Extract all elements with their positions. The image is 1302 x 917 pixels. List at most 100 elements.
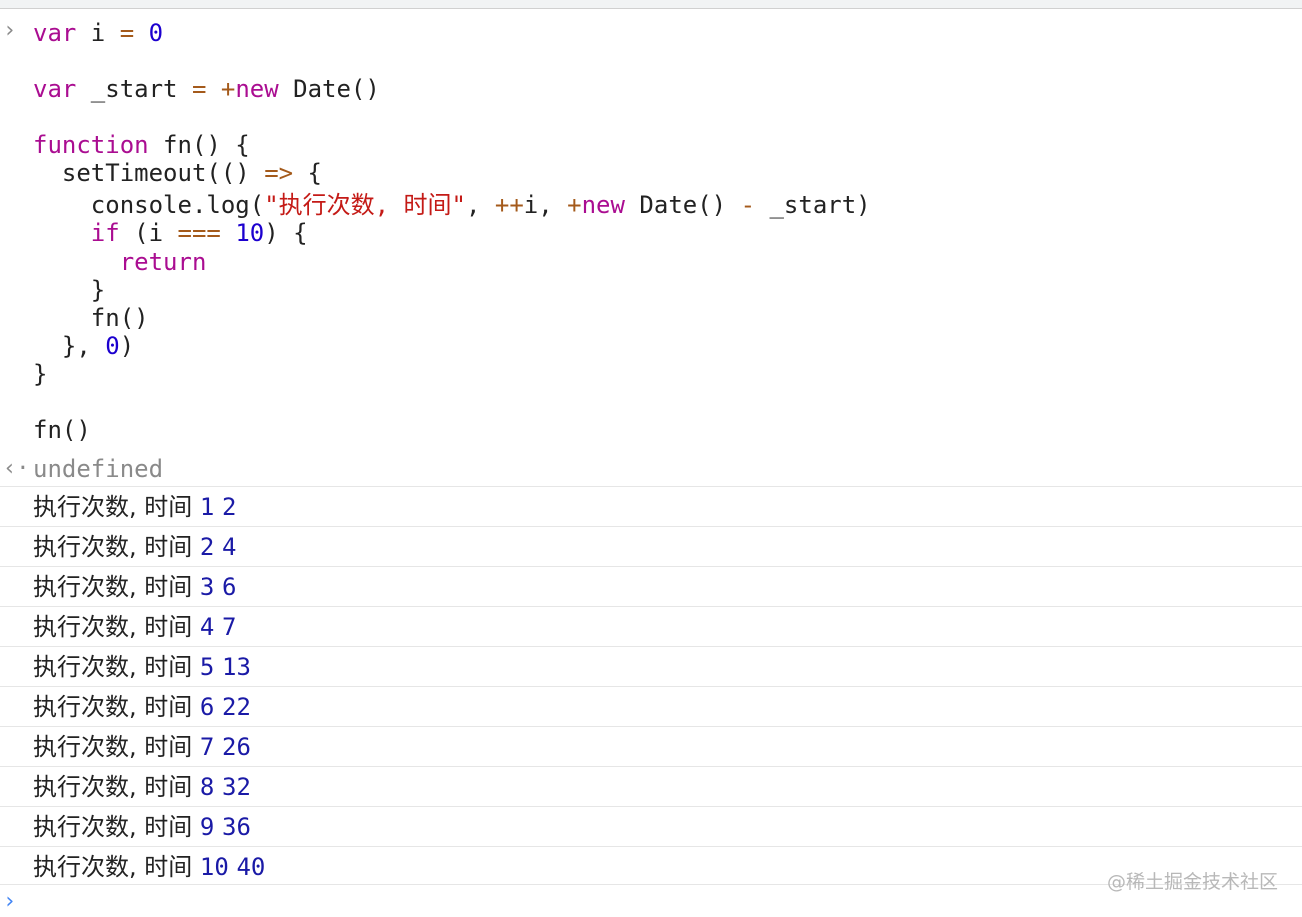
log-message: 执行次数, 时间 4 7 (33, 612, 236, 642)
code-line: }, 0) (33, 331, 134, 361)
log-count: 3 (199, 573, 215, 601)
code-line: fn() (33, 303, 149, 333)
log-label: 执行次数, 时间 (33, 813, 193, 841)
watermark: @稀土掘金技术社区 (1106, 871, 1278, 893)
code-token: var (33, 75, 77, 103)
log-time: 2 (222, 493, 237, 521)
code-token: if (90, 219, 120, 247)
log-count: 2 (199, 533, 215, 561)
code-token: function (33, 131, 149, 159)
code-token: , (465, 191, 495, 219)
code-line: } (33, 359, 47, 389)
log-message: 执行次数, 时间 2 4 (33, 532, 236, 562)
code-token: = (191, 75, 207, 103)
code-token: } (33, 276, 106, 304)
code-line: return (33, 247, 207, 277)
log-time: 36 (222, 813, 251, 841)
log-message: 执行次数, 时间 5 13 (33, 652, 251, 682)
code-token: + (567, 191, 582, 219)
log-time: 26 (222, 733, 251, 761)
log-count: 6 (199, 693, 215, 721)
code-token: "执行次数, 时间" (264, 191, 466, 219)
code-token: Date() (278, 75, 380, 103)
code-token: (i (119, 219, 178, 247)
log-row: 执行次数, 时间 2 4 (0, 526, 1302, 566)
log-time: 32 (222, 773, 251, 801)
log-time: 7 (222, 613, 237, 641)
code-line: var i = 0 (33, 18, 163, 48)
code-line: fn() (33, 415, 91, 445)
code-line: if (i === 10) { (33, 218, 308, 248)
log-time: 22 (222, 693, 251, 721)
log-count: 7 (199, 733, 215, 761)
log-label: 执行次数, 时间 (33, 773, 193, 801)
log-label: 执行次数, 时间 (33, 573, 193, 601)
log-row: 执行次数, 时间 6 22 (0, 686, 1302, 726)
log-time: 6 (222, 573, 237, 601)
code-token: new (235, 75, 279, 103)
log-count: 4 (199, 613, 215, 641)
code-token: ) (119, 332, 135, 360)
log-count: 9 (199, 813, 215, 841)
log-time: 4 (222, 533, 237, 561)
result-value: undefined (33, 455, 164, 483)
code-token: fn() { (148, 131, 250, 159)
code-token: i, (523, 191, 568, 219)
code-token: fn() (33, 416, 91, 444)
code-token: = (119, 19, 135, 47)
log-row: 执行次数, 时间 7 26 (0, 726, 1302, 766)
log-message: 执行次数, 时间 10 40 (33, 852, 265, 882)
log-message: 执行次数, 时间 9 36 (33, 812, 251, 842)
log-count: 8 (199, 773, 215, 801)
code-line: console.log("执行次数, 时间", ++i, +new Date()… (33, 190, 871, 220)
log-label: 执行次数, 时间 (33, 613, 193, 641)
code-token: }, (33, 332, 106, 360)
code-token: new (581, 191, 625, 219)
code-token: ++ (494, 191, 524, 219)
code-line: } (33, 275, 105, 305)
code-token: _start (76, 75, 192, 103)
code-token: 0 (148, 19, 164, 47)
code-token: } (33, 360, 48, 388)
code-token: + (220, 75, 236, 103)
log-row: 执行次数, 时间 4 7 (0, 606, 1302, 646)
log-row: 执行次数, 时间 9 36 (0, 806, 1302, 846)
code-token: ) { (264, 219, 308, 247)
code-token: - (740, 191, 756, 219)
log-row: 执行次数, 时间 5 13 (0, 646, 1302, 686)
log-row: 执行次数, 时间 8 32 (0, 766, 1302, 806)
log-row: 执行次数, 时间 3 6 (0, 566, 1302, 606)
code-token: => (264, 159, 294, 187)
code-token: === (177, 219, 221, 247)
code-token: 0 (105, 332, 120, 360)
log-label: 执行次数, 时间 (33, 493, 193, 521)
code-line: setTimeout(() => { (33, 158, 322, 188)
return-arrow-icon: ‹· (3, 456, 30, 481)
log-label: 执行次数, 时间 (33, 853, 193, 881)
log-label: 执行次数, 时间 (33, 733, 193, 761)
code-line: function fn() { (33, 130, 250, 160)
code-token: var (33, 19, 77, 47)
chevron-right-icon: › (3, 18, 17, 43)
log-count: 10 (199, 853, 229, 881)
code-token: console.log( (33, 191, 265, 219)
code-token: setTimeout(() (33, 159, 265, 187)
code-token: return (119, 248, 207, 276)
log-time: 40 (236, 853, 266, 881)
chevron-right-icon: › (3, 889, 17, 914)
code-token: _start) (755, 191, 871, 219)
console-input-entry: › var i = 0 var _start = +new Date() funct… (0, 10, 1302, 486)
log-count: 5 (199, 653, 215, 681)
console-top-bar (0, 0, 1302, 9)
result-row: ‹· undefined (0, 448, 1302, 488)
code-token: i (76, 19, 120, 47)
log-time: 13 (222, 653, 251, 681)
code-token: fn() (33, 304, 149, 332)
code-token: 10 (235, 219, 265, 247)
code-token: Date() (624, 191, 741, 219)
log-message: 执行次数, 时间 8 32 (33, 772, 251, 802)
